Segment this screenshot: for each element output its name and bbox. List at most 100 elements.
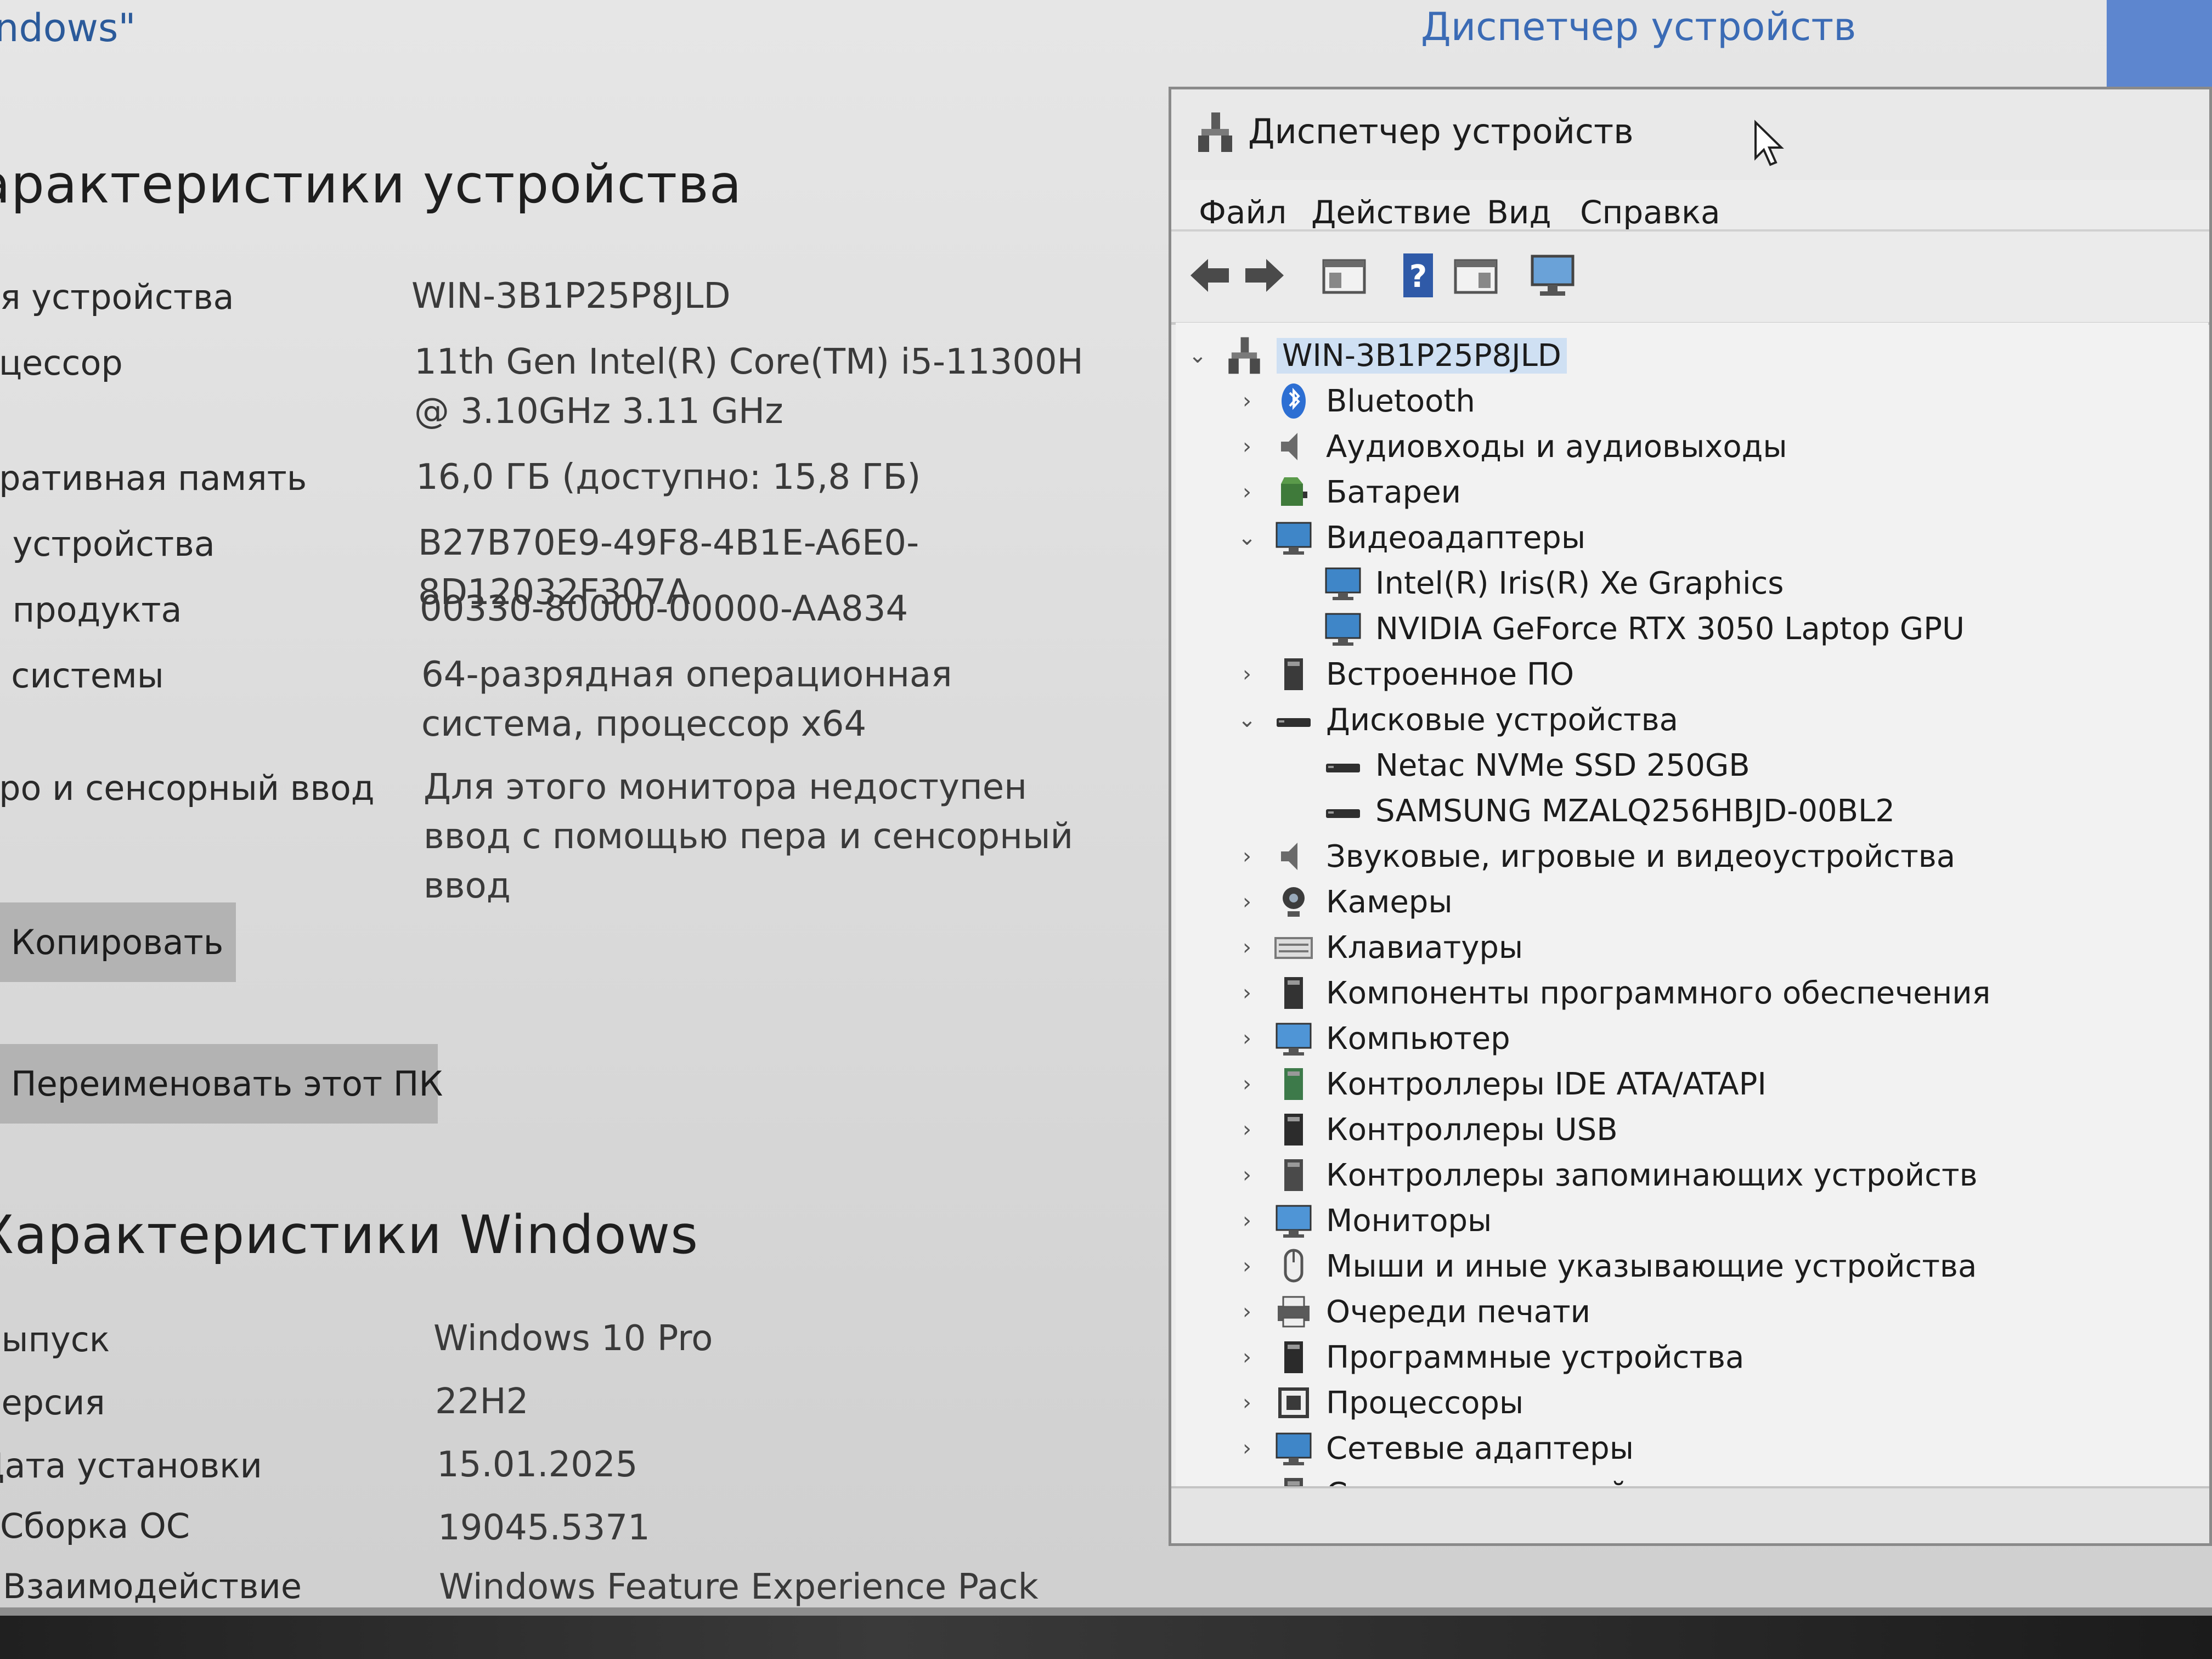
tree-category[interactable]: › Звуковые, игровые и видеоустройства xyxy=(1236,834,1955,878)
tree-category[interactable]: › Мониторы xyxy=(1236,1199,1492,1243)
tree-root[interactable]: ⌄ WIN-3B1P25P8JLD xyxy=(1187,334,1567,377)
title-bar[interactable]: Диспетчер устройств xyxy=(1171,89,2209,183)
bluetooth-icon xyxy=(1282,383,1306,419)
scan-hardware-icon[interactable] xyxy=(1528,251,1577,300)
forward-icon[interactable] xyxy=(1240,251,1289,300)
tree-category[interactable]: › Очереди печати xyxy=(1236,1290,1590,1334)
tree-category[interactable]: › Аудиовходы и аудиовыходы xyxy=(1236,425,1787,469)
tree-device[interactable]: Netac NVMe SSD 250GB xyxy=(1285,743,1750,787)
tree-device[interactable]: SAMSUNG MZALQ256HBJD-00BL2 xyxy=(1285,789,1895,833)
tree-node-label: Компьютер xyxy=(1326,1020,1510,1057)
tree-node-label: Мыши и иные указывающие устройства xyxy=(1326,1248,1977,1284)
tree-root-label: WIN-3B1P25P8JLD xyxy=(1277,337,1567,374)
chevron-right-icon[interactable]: › xyxy=(1236,1345,1258,1370)
speaker-icon xyxy=(1281,433,1297,460)
disk-icon xyxy=(1326,764,1360,772)
display-adapter-icon xyxy=(1276,522,1312,555)
win-value-os-build: 19045.5371 xyxy=(438,1508,650,1548)
tree-node-label: Видеоадаптеры xyxy=(1326,520,1586,556)
win-label-version: Версия xyxy=(0,1383,105,1423)
chevron-right-icon[interactable]: › xyxy=(1236,1208,1258,1233)
tree-category[interactable]: › Сетевые адаптеры xyxy=(1236,1426,1634,1470)
tree-category[interactable]: ⌄ Видеоадаптеры xyxy=(1236,516,1585,560)
windows-specs-title: Характеристики Windows xyxy=(0,1204,699,1266)
tree-category[interactable]: › Программные устройства xyxy=(1236,1335,1744,1379)
chevron-right-icon[interactable]: › xyxy=(1236,1117,1258,1142)
tree-node-label: Intel(R) Iris(R) Xe Graphics xyxy=(1375,565,1784,601)
spec-label-processor: оцессор xyxy=(0,343,123,383)
keyboard-area xyxy=(0,1616,2212,1659)
processor-icon xyxy=(1278,1387,1309,1418)
background-window-edge xyxy=(2107,0,2212,99)
tree-category[interactable]: › Компьютер xyxy=(1236,1017,1510,1060)
win-label-install-date: Дата установки xyxy=(0,1446,262,1486)
tree-category[interactable]: › Мыши и иные указывающие устройства xyxy=(1236,1244,1977,1288)
firmware-icon xyxy=(1284,658,1303,690)
chevron-right-icon[interactable]: › xyxy=(1236,1071,1258,1097)
top-link[interactable]: ndows" xyxy=(0,5,136,50)
chevron-right-icon[interactable]: › xyxy=(1236,1254,1258,1279)
menu-help[interactable]: Справка xyxy=(1580,194,1720,231)
computer-icon xyxy=(1276,1023,1312,1056)
tree-category[interactable]: › Клавиатуры xyxy=(1236,926,1523,969)
chevron-right-icon[interactable]: › xyxy=(1236,1390,1258,1415)
tree-category[interactable]: › Батареи xyxy=(1236,470,1461,514)
spec-label-system-type: п системы xyxy=(0,656,164,696)
win-label-os-build: Сборка ОС xyxy=(0,1506,190,1546)
window-title: Диспетчер устройств xyxy=(1248,111,1634,151)
chevron-right-icon[interactable]: › xyxy=(1236,1163,1258,1188)
spec-value-pen-touch: Для этого монитора недоступен ввод с пом… xyxy=(424,767,1074,906)
svg-text:?: ? xyxy=(1409,259,1427,295)
chevron-right-icon[interactable]: › xyxy=(1236,662,1258,687)
tree-category[interactable]: › Компоненты программного обеспечения xyxy=(1236,971,1990,1015)
spec-label-device-name: ия устройства xyxy=(0,277,234,317)
keyboard-icon xyxy=(1274,937,1313,959)
win-value-version: 22H2 xyxy=(435,1381,529,1422)
tree-category[interactable]: › Контроллеры IDE ATA/ATAPI xyxy=(1236,1062,1767,1106)
chevron-right-icon[interactable]: › xyxy=(1236,388,1258,414)
display-adapter-icon xyxy=(1325,567,1361,600)
chevron-right-icon[interactable]: › xyxy=(1236,980,1258,1006)
rename-pc-button[interactable]: Переименовать этот ПК xyxy=(0,1044,443,1124)
menu-file[interactable]: Файл xyxy=(1199,194,1286,231)
view-icon[interactable] xyxy=(1451,251,1500,300)
spec-label-device-id: д устройства xyxy=(0,524,215,564)
chevron-down-icon[interactable]: ⌄ xyxy=(1236,525,1258,550)
tree-device[interactable]: Intel(R) Iris(R) Xe Graphics xyxy=(1285,561,1784,605)
chevron-right-icon[interactable]: › xyxy=(1236,889,1258,915)
tree-device[interactable]: NVIDIA GeForce RTX 3050 Laptop GPU xyxy=(1285,607,1965,651)
chevron-down-icon[interactable]: ⌄ xyxy=(1236,707,1258,732)
chevron-right-icon[interactable]: › xyxy=(1236,434,1258,459)
help-icon[interactable]: ? xyxy=(1393,251,1443,300)
chevron-right-icon[interactable]: › xyxy=(1236,1299,1258,1324)
mouse-icon xyxy=(1284,1249,1304,1283)
tree-node-label: SAMSUNG MZALQ256HBJD-00BL2 xyxy=(1375,793,1895,829)
chevron-right-icon[interactable]: › xyxy=(1236,1026,1258,1051)
device-manager-link[interactable]: Диспетчер устройств xyxy=(1421,4,1856,49)
tree-category[interactable]: › Bluetooth xyxy=(1236,379,1475,423)
spec-value-product-id: 00330-80000-00000-AA834 xyxy=(420,589,909,629)
copy-button[interactable]: Копировать xyxy=(0,902,236,982)
menu-action[interactable]: Действие xyxy=(1311,194,1471,231)
properties-icon[interactable] xyxy=(1319,251,1369,300)
tree-category[interactable]: › Встроенное ПО xyxy=(1236,652,1574,696)
chevron-right-icon[interactable]: › xyxy=(1236,935,1258,960)
chevron-right-icon[interactable]: › xyxy=(1236,479,1258,505)
menu-view[interactable]: Вид xyxy=(1487,194,1551,231)
spec-label-pen-touch: еро и сенсорный ввод xyxy=(0,768,375,808)
win-value-edition: Windows 10 Pro xyxy=(433,1318,713,1359)
chevron-down-icon[interactable]: ⌄ xyxy=(1187,343,1209,368)
tree-node-label: Bluetooth xyxy=(1326,383,1475,419)
usb-icon xyxy=(1284,1114,1303,1146)
tree-category[interactable]: › Контроллеры запоминающих устройств xyxy=(1236,1153,1978,1197)
win-label-edition: Выпуск xyxy=(0,1319,110,1359)
chevron-right-icon[interactable]: › xyxy=(1236,1436,1258,1461)
tree-node-label: Контроллеры IDE ATA/ATAPI xyxy=(1326,1066,1767,1102)
tree-category[interactable]: › Камеры xyxy=(1236,880,1453,924)
back-icon[interactable] xyxy=(1185,251,1234,300)
tree-category[interactable]: ⌄ Дисковые устройства xyxy=(1236,698,1678,742)
tree-category[interactable]: › Контроллеры USB xyxy=(1236,1108,1618,1152)
chevron-right-icon[interactable]: › xyxy=(1236,844,1258,869)
tree-node-label: Очереди печати xyxy=(1326,1294,1591,1330)
tree-category[interactable]: › Процессоры xyxy=(1236,1381,1523,1425)
